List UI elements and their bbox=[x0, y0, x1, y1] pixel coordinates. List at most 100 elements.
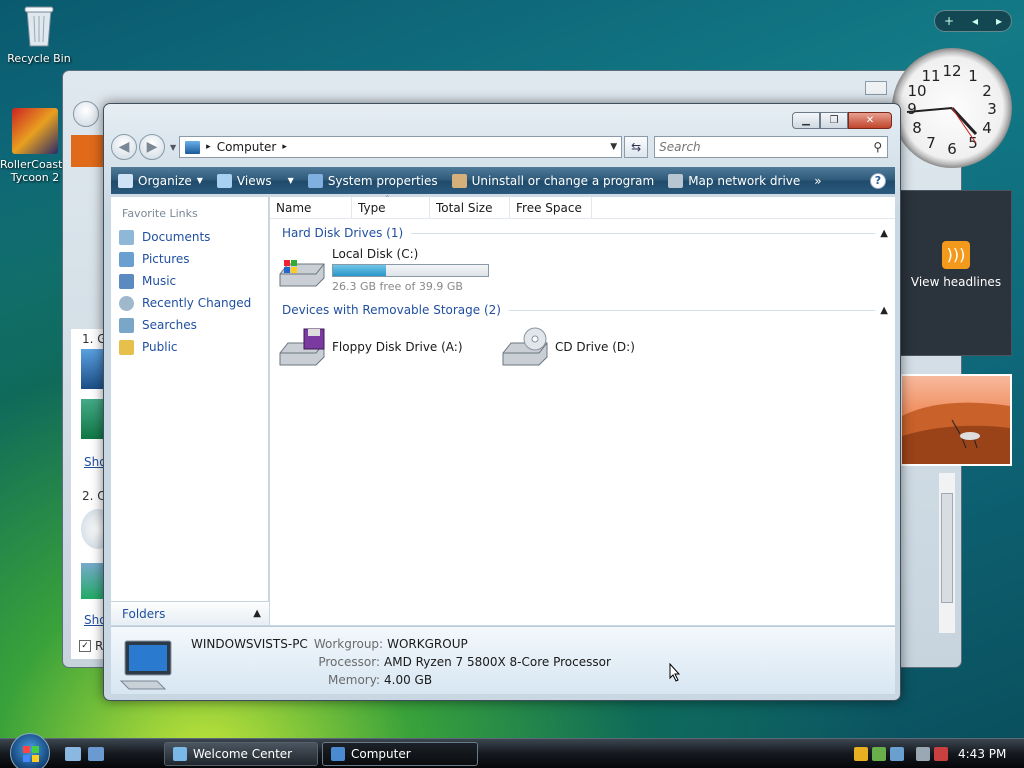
column-header-type[interactable]: Type ⌃ bbox=[352, 194, 430, 218]
group-hard-disk-drives[interactable]: Hard Disk Drives (1) ▲ bbox=[270, 222, 895, 244]
favorite-link-public[interactable]: Public bbox=[111, 336, 268, 358]
breadcrumb-separator[interactable]: ▸ bbox=[282, 142, 287, 152]
favorite-link-documents[interactable]: Documents bbox=[111, 226, 268, 248]
switch-windows-icon[interactable] bbox=[88, 747, 104, 761]
tray-app-icon[interactable] bbox=[890, 747, 904, 761]
drive-cd-d[interactable]: CD Drive (D:) bbox=[501, 327, 635, 367]
search-box[interactable]: ⚲ bbox=[654, 136, 889, 158]
desktop-icon-rollercoaster[interactable]: RollerCoaster Tycoon 2 bbox=[0, 108, 70, 184]
computer-window[interactable]: ▁ ❐ ✕ ◀ ▶ ▼ ▸ Computer ▸ ▼ ⇆ ⚲ Organize ▼ bbox=[103, 103, 901, 701]
refresh-button[interactable]: ⇆ bbox=[624, 136, 649, 158]
chevron-down-icon: ▼ bbox=[196, 176, 203, 185]
windows-logo-icon bbox=[23, 746, 39, 762]
taskbar-clock[interactable]: 4:43 PM bbox=[958, 747, 1006, 761]
clock-number: 1 bbox=[968, 67, 978, 85]
map-network-drive-button[interactable]: Map network drive bbox=[661, 167, 807, 194]
volume-muted-icon[interactable] bbox=[934, 747, 948, 761]
column-header-total-size[interactable]: Total Size bbox=[430, 197, 510, 218]
taskbar-button-label: Welcome Center bbox=[193, 747, 293, 761]
drive-floppy-a[interactable]: Floppy Disk Drive (A:) bbox=[278, 327, 463, 367]
slideshow-gadget[interactable] bbox=[900, 374, 1012, 466]
minimize-button[interactable]: ▁ bbox=[792, 112, 820, 129]
mouse-cursor-icon bbox=[669, 663, 681, 682]
clock-gadget[interactable]: 12 1 2 3 4 5 6 7 8 9 10 11 bbox=[892, 48, 1012, 168]
caption-buttons: ▁ ❐ ✕ bbox=[792, 112, 892, 129]
disk-usage-bar bbox=[332, 264, 489, 277]
rollercoaster-tycoon-icon bbox=[12, 108, 58, 154]
clock-number: 12 bbox=[942, 62, 961, 80]
column-header-name[interactable]: Name bbox=[270, 197, 352, 218]
uninstall-label: Uninstall or change a program bbox=[471, 173, 655, 188]
recent-pages-dropdown[interactable]: ▼ bbox=[170, 143, 176, 152]
more-commands-button[interactable]: » bbox=[807, 167, 828, 194]
drive-name: Floppy Disk Drive (A:) bbox=[332, 340, 463, 354]
hard-disk-icon bbox=[279, 260, 325, 287]
uninstall-program-button[interactable]: Uninstall or change a program bbox=[445, 167, 662, 194]
search-input[interactable] bbox=[659, 140, 860, 154]
taskbar-button-computer[interactable]: Computer bbox=[322, 742, 478, 766]
clock-number: 9 bbox=[907, 100, 917, 118]
rss-icon: ))) bbox=[942, 241, 970, 269]
details-row-memory: Memory: 4.00 GB bbox=[314, 673, 432, 687]
system-properties-icon bbox=[307, 173, 323, 188]
group-divider bbox=[411, 232, 875, 234]
next-gadget-button[interactable]: ▸ bbox=[996, 14, 1002, 28]
bg-scrollbar[interactable] bbox=[939, 473, 955, 633]
drive-local-disk-c[interactable]: Local Disk (C:) 26.3 GB free of 39.9 GB bbox=[278, 247, 489, 293]
clock-number: 11 bbox=[921, 67, 940, 85]
computer-icon bbox=[119, 640, 172, 690]
show-desktop-icon[interactable] bbox=[65, 747, 81, 761]
organize-button[interactable]: Organize ▼ bbox=[111, 167, 210, 194]
checkbox-icon[interactable]: ✓ bbox=[79, 640, 91, 652]
start-button[interactable] bbox=[10, 733, 50, 768]
desktop-icon-recycle-bin[interactable]: Recycle Bin bbox=[2, 4, 76, 65]
favorite-link-pictures[interactable]: Pictures bbox=[111, 248, 268, 270]
views-button[interactable]: Views ▼ bbox=[210, 167, 301, 194]
security-shield-icon[interactable] bbox=[854, 747, 868, 761]
computer-small-icon bbox=[185, 140, 201, 154]
maximize-button[interactable]: ❐ bbox=[820, 112, 848, 129]
prev-gadget-button[interactable]: ◂ bbox=[972, 14, 978, 28]
map-network-drive-label: Map network drive bbox=[688, 173, 801, 188]
desktop-icon-label: RollerCoaster Tycoon 2 bbox=[0, 158, 70, 184]
favorite-link-recently-changed[interactable]: Recently Changed bbox=[111, 292, 268, 314]
group-removable-storage[interactable]: Devices with Removable Storage (2) ▲ bbox=[270, 299, 895, 321]
refresh-icon: ⇆ bbox=[631, 140, 642, 154]
taskbar-button-label: Computer bbox=[351, 747, 411, 761]
drive-free-space: 26.3 GB free of 39.9 GB bbox=[332, 280, 463, 293]
favorite-link-music[interactable]: Music bbox=[111, 270, 268, 292]
back-button[interactable]: ◀ bbox=[111, 134, 137, 160]
column-headers: Name Type ⌃ Total Size Free Space bbox=[270, 194, 895, 219]
clock-number: 2 bbox=[982, 82, 992, 100]
welcome-center-icon bbox=[173, 747, 187, 761]
forward-button[interactable]: ▶ bbox=[139, 134, 165, 160]
breadcrumb-separator[interactable]: ▸ bbox=[206, 142, 211, 152]
network-icon[interactable] bbox=[872, 747, 886, 761]
address-dropdown-icon[interactable]: ▼ bbox=[610, 142, 617, 152]
command-bar: Organize ▼ Views ▼ System properties Unins… bbox=[111, 167, 895, 194]
folders-toggle[interactable]: Folders ▲ bbox=[111, 601, 269, 625]
chevron-up-icon[interactable]: ▲ bbox=[880, 305, 888, 316]
chevron-up-icon[interactable]: ▲ bbox=[880, 228, 888, 239]
system-properties-button[interactable]: System properties bbox=[301, 167, 445, 194]
memory-value: 4.00 GB bbox=[384, 673, 433, 687]
breadcrumb-computer[interactable]: Computer bbox=[217, 140, 277, 154]
add-gadget-button[interactable]: + bbox=[944, 14, 954, 28]
bg-scroll-thumb[interactable] bbox=[941, 493, 953, 603]
column-header-free-space[interactable]: Free Space bbox=[510, 197, 592, 218]
network-status-icon[interactable] bbox=[916, 747, 930, 761]
views-label: Views bbox=[236, 173, 272, 188]
help-icon[interactable]: ? bbox=[870, 172, 886, 189]
taskbar-button-welcome-center[interactable]: Welcome Center bbox=[164, 742, 318, 766]
searches-icon bbox=[119, 317, 134, 333]
feed-headlines-gadget[interactable]: ))) View headlines bbox=[900, 190, 1012, 356]
close-button[interactable]: ✕ bbox=[848, 112, 892, 129]
bg-minimize-button[interactable] bbox=[865, 81, 887, 95]
favorite-link-searches[interactable]: Searches bbox=[111, 314, 268, 336]
search-icon[interactable]: ⚲ bbox=[873, 140, 882, 154]
clock-face: 12 1 2 3 4 5 6 7 8 9 10 11 bbox=[906, 62, 997, 158]
address-bar[interactable]: ▸ Computer ▸ ▼ bbox=[179, 136, 623, 158]
documents-icon bbox=[119, 229, 134, 245]
clock-number: 7 bbox=[926, 134, 936, 152]
back-arrow-icon: ◀ bbox=[118, 139, 130, 155]
